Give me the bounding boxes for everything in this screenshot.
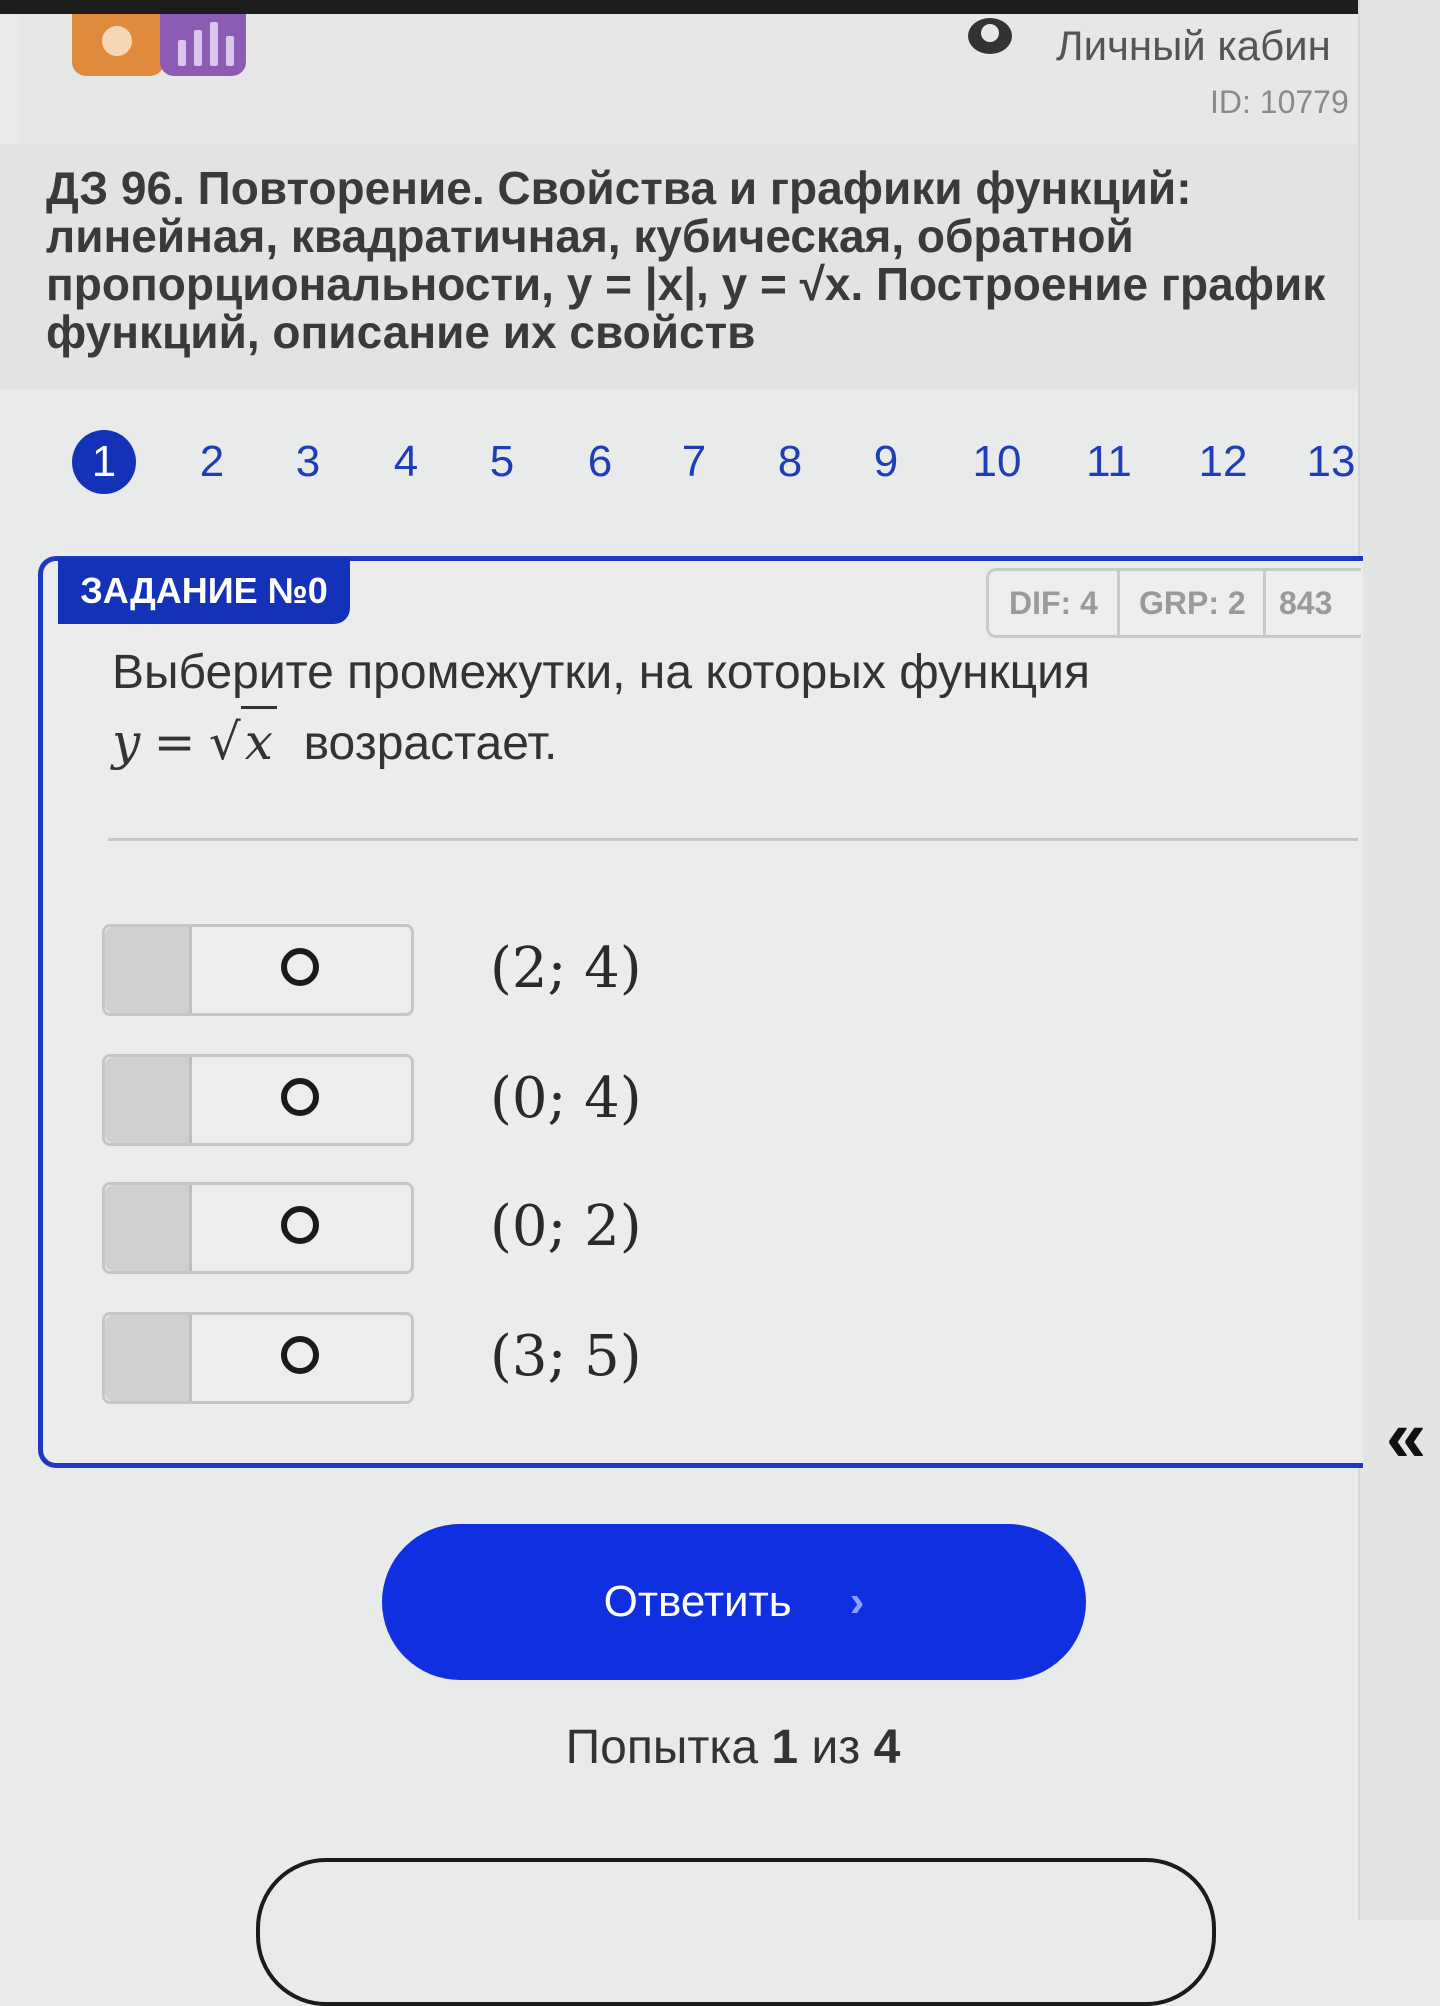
task-number-tag: ЗАДАНИЕ №0 xyxy=(58,558,350,624)
meta-divider xyxy=(1117,571,1120,635)
chevron-right-icon: › xyxy=(849,1577,865,1626)
task-meta: DIF: 4 GRP: 2 843 xyxy=(986,568,1361,638)
difficulty-badge: DIF: 4 xyxy=(1009,585,1098,621)
right-side-panel xyxy=(1358,0,1440,1920)
option-checkbox[interactable] xyxy=(105,1185,192,1271)
page-6[interactable]: 6 xyxy=(568,430,632,494)
attempt-sep: из xyxy=(811,1721,861,1774)
page-7[interactable]: 7 xyxy=(662,430,726,494)
sqrt-sign: √ xyxy=(208,713,241,771)
lightbulb-logo-icon[interactable] xyxy=(72,14,164,76)
attempt-total: 4 xyxy=(873,1721,901,1774)
answer-option[interactable] xyxy=(102,1054,414,1146)
collapse-panel-icon[interactable]: « xyxy=(1386,1396,1426,1478)
circle-icon xyxy=(281,1078,319,1116)
formula-arg: x xyxy=(240,706,277,775)
circle-icon xyxy=(281,1206,319,1244)
question-text: Выберите промежутки, на которых функция … xyxy=(112,640,1292,777)
option-label: (0; 4) xyxy=(490,1066,642,1131)
user-id: ID: 10779 xyxy=(1210,84,1349,120)
answer-option[interactable] xyxy=(102,1312,414,1404)
attempt-current: 1 xyxy=(771,1721,799,1774)
question-divider xyxy=(108,838,1358,841)
meta-divider xyxy=(1263,571,1266,635)
question-prefix: Выберите промежутки, на которых функция xyxy=(112,646,1090,699)
option-toggle[interactable] xyxy=(102,1312,414,1404)
option-label: (2; 4) xyxy=(490,936,642,1001)
option-checkbox[interactable] xyxy=(105,927,192,1013)
bulb-shape xyxy=(102,26,132,56)
page-2[interactable]: 2 xyxy=(180,430,244,494)
attempt-counter: Попытка 1 из 4 xyxy=(0,1720,1440,1775)
page-3[interactable]: 3 xyxy=(276,430,340,494)
assignment-title: ДЗ 96. Повторение. Свойства и графики фу… xyxy=(46,162,1326,358)
page-12[interactable]: 12 xyxy=(1178,430,1268,494)
submit-label: Ответить xyxy=(603,1577,792,1626)
page-4[interactable]: 4 xyxy=(374,430,438,494)
submit-answer-button[interactable]: Ответить › xyxy=(382,1524,1086,1680)
attempt-prefix: Попытка xyxy=(565,1721,759,1774)
option-toggle[interactable] xyxy=(102,924,414,1016)
formula-equals: = xyxy=(153,713,196,771)
page-10[interactable]: 10 xyxy=(952,430,1042,494)
answer-option[interactable] xyxy=(102,1182,414,1274)
stats-bar xyxy=(210,22,218,66)
page-5[interactable]: 5 xyxy=(470,430,534,494)
option-checkbox[interactable] xyxy=(105,1057,192,1143)
stats-bar xyxy=(178,40,186,66)
question-suffix: возрастает. xyxy=(303,717,558,770)
site-header: Личный кабин ID: 10779 xyxy=(20,14,1358,147)
formula-lhs: y xyxy=(112,713,141,771)
stats-bar xyxy=(194,30,202,66)
stats-logo-icon[interactable] xyxy=(160,14,246,76)
option-label: (3; 5) xyxy=(490,1324,642,1389)
page-11[interactable]: 11 xyxy=(1064,430,1154,494)
personal-cabinet-link[interactable]: Личный кабин xyxy=(1056,22,1331,70)
circle-icon xyxy=(281,1336,319,1374)
option-label: (0; 2) xyxy=(490,1194,642,1259)
option-checkbox[interactable] xyxy=(105,1315,192,1401)
stats-bar xyxy=(226,36,234,66)
page-9[interactable]: 9 xyxy=(854,430,918,494)
page-13[interactable]: 13 xyxy=(1286,430,1376,494)
option-toggle[interactable] xyxy=(102,1182,414,1274)
circle-icon xyxy=(281,948,319,986)
device-top-bar xyxy=(0,0,1440,14)
task-id-badge: 843 xyxy=(1279,585,1333,621)
secondary-button[interactable] xyxy=(256,1858,1216,2006)
group-badge: GRP: 2 xyxy=(1139,585,1246,621)
user-icon[interactable] xyxy=(968,18,1012,54)
page-8[interactable]: 8 xyxy=(758,430,822,494)
page-1[interactable]: 1 xyxy=(72,430,136,494)
option-toggle[interactable] xyxy=(102,1054,414,1146)
answer-option[interactable] xyxy=(102,924,414,1016)
